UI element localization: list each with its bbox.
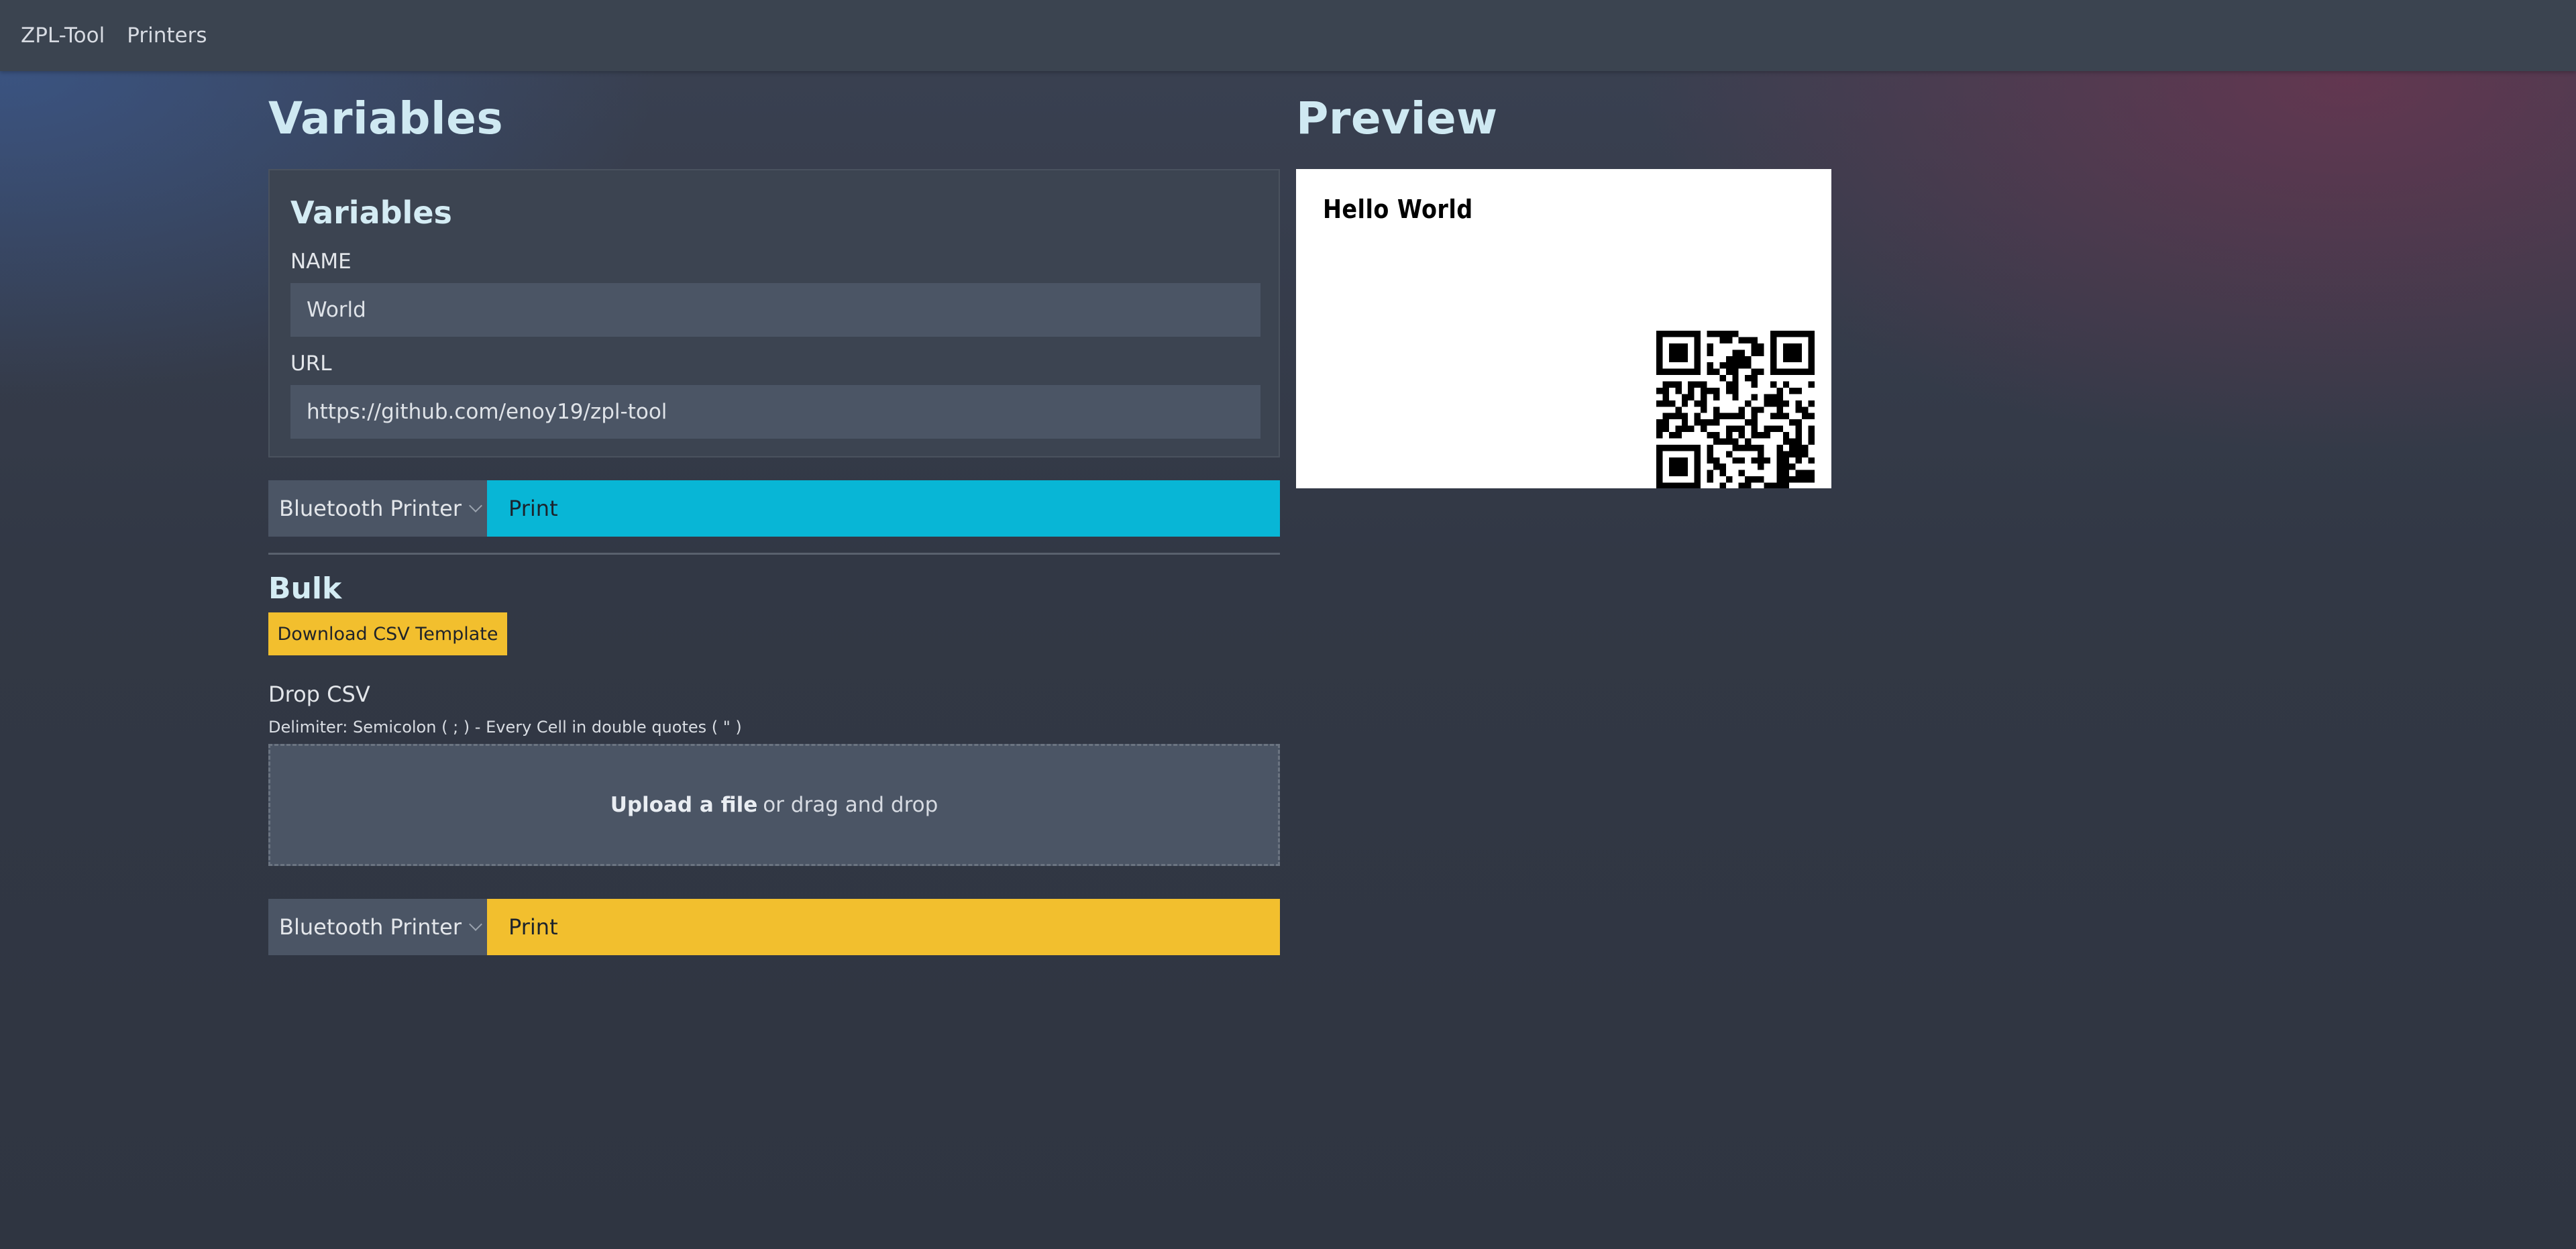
nav-printers-link[interactable]: Printers: [127, 23, 207, 48]
label-preview: Hello World: [1296, 169, 1831, 488]
label-preview-text: Hello World: [1323, 195, 1473, 224]
csv-dropzone[interactable]: Upload a file or drag and drop: [268, 744, 1280, 866]
bulk-printer-select-value: Bluetooth Printer: [279, 914, 462, 940]
url-field-label: URL: [290, 351, 332, 376]
delimiter-hint: Delimiter: Semicolon ( ; ) - Every Cell …: [268, 718, 742, 737]
drop-csv-label: Drop CSV: [268, 682, 370, 707]
chevron-down-icon: [469, 918, 482, 931]
nav-brand-link[interactable]: ZPL-Tool: [21, 23, 105, 48]
drag-drop-text: or drag and drop: [763, 793, 938, 817]
bulk-print-row: Bluetooth Printer Print: [268, 899, 1280, 955]
download-csv-template-button[interactable]: Download CSV Template: [268, 612, 507, 655]
bulk-title: Bulk: [268, 572, 342, 606]
bulk-printer-select[interactable]: Bluetooth Printer: [268, 899, 487, 955]
print-button[interactable]: Print: [487, 480, 1280, 537]
qr-code-icon: [1656, 331, 1815, 488]
url-field-input[interactable]: https://github.com/enoy19/zpl-tool: [290, 385, 1260, 439]
variables-panel-title: Variables: [290, 195, 452, 231]
single-print-row: Bluetooth Printer Print: [268, 480, 1280, 537]
section-divider: [268, 553, 1280, 555]
top-navbar: ZPL-Tool Printers: [0, 0, 2576, 71]
variables-heading: Variables: [268, 93, 504, 144]
name-field-input[interactable]: World: [290, 283, 1260, 337]
upload-file-link[interactable]: Upload a file: [610, 793, 758, 817]
variables-panel: Variables NAME World URL https://github.…: [268, 169, 1280, 457]
preview-heading: Preview: [1296, 93, 1498, 144]
printer-select-value: Bluetooth Printer: [279, 496, 462, 521]
chevron-down-icon: [469, 499, 482, 512]
printer-select[interactable]: Bluetooth Printer: [268, 480, 487, 537]
name-field-label: NAME: [290, 250, 352, 274]
bulk-print-button[interactable]: Print: [487, 899, 1280, 955]
